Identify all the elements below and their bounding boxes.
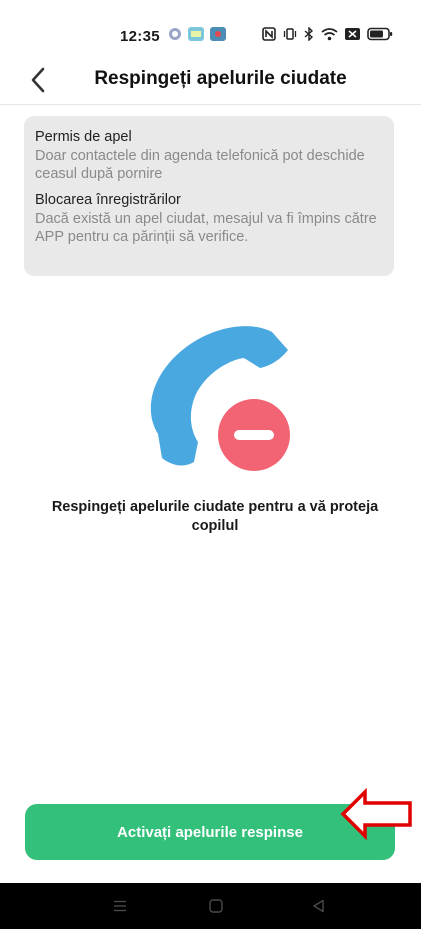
bluetooth-icon	[304, 27, 314, 41]
back-nav-button[interactable]	[288, 883, 348, 929]
system-icons	[262, 27, 393, 41]
info-title: Permis de apel	[35, 129, 132, 145]
wifi-icon	[321, 28, 338, 41]
reject-call-icon	[150, 326, 290, 471]
app-notification-icon	[169, 28, 181, 40]
info-description: Dacă există un apel ciudat, mesajul va f…	[35, 211, 377, 245]
recents-button[interactable]	[90, 883, 150, 929]
annotation-arrow-icon	[340, 787, 412, 841]
status-time: 12:35	[120, 28, 160, 45]
battery-icon	[367, 27, 393, 41]
call-permission-block: Permis de apel Doar contactele din agend…	[35, 128, 384, 183]
info-card: Permis de apel Doar contactele din agend…	[24, 116, 394, 276]
back-triangle-icon	[312, 899, 324, 913]
nfc-icon	[262, 27, 276, 41]
info-title: Blocarea înregistrărilor	[35, 192, 181, 208]
gallery-notification-icon	[188, 27, 204, 41]
record-blocking-block: Blocarea înregistrărilor Dacă există un …	[35, 191, 384, 246]
navigation-bar	[0, 883, 421, 929]
header: Respingeți apelurile ciudate	[0, 56, 421, 105]
info-description: Doar contactele din agenda telefonică po…	[35, 148, 365, 182]
activate-button-label: Activați apelurile respinse	[117, 823, 303, 841]
screen: 12:35 Respingeți apelurile ciudate Permi…	[0, 0, 421, 929]
page-title: Respingeți apelurile ciudate	[94, 68, 347, 89]
home-square-icon	[209, 899, 223, 913]
menu-icon	[114, 900, 126, 912]
feature-subtitle: Respingeți apelurile ciudate pentru a vă…	[51, 499, 379, 534]
sim-icon	[345, 28, 360, 40]
notification-icons	[168, 27, 226, 41]
home-button[interactable]	[186, 883, 246, 929]
maps-notification-icon	[210, 27, 226, 41]
status-bar: 12:35	[0, 0, 421, 52]
vibrate-icon	[283, 28, 297, 40]
